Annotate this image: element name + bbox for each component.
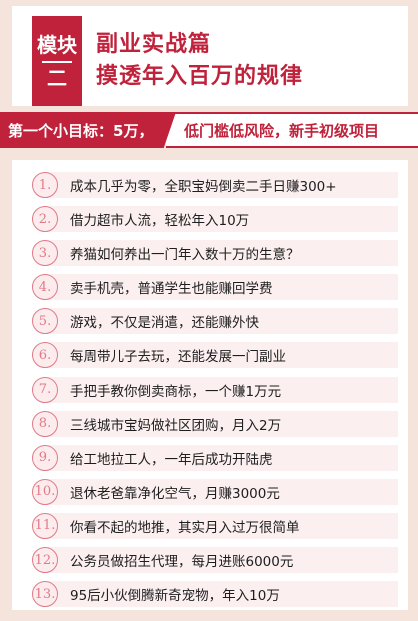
module-badge-label: 模块 — [37, 32, 77, 57]
list-item: 8. 三线城市宝妈做社区团购，月入2万 — [22, 409, 398, 439]
module-title: 副业实战篇 摸透年入百万的规律 — [96, 30, 303, 92]
list-item: 3. 养猫如何养出一门年入数十万的生意？ — [22, 238, 398, 268]
badge-divider — [42, 60, 72, 63]
goal-banner: 低门槛低风险，新手初级项目 第一个小目标：5万， — [0, 112, 418, 148]
item-text: 借力超市人流，轻松年入10万 — [70, 213, 250, 230]
list-item: 2. 借力超市人流，轻松年入10万 — [22, 204, 398, 234]
item-number-badge: 11. — [32, 512, 58, 539]
item-text: 养猫如何养出一门年入数十万的生意？ — [70, 247, 300, 264]
list-item: 9. 给工地拉工人，一年后成功开陆虎 — [22, 443, 398, 473]
item-text: 95后小伙倒腾新奇宠物，年入10万 — [70, 588, 280, 605]
page: 模块 二 副业实战篇 摸透年入百万的规律 低门槛低风险，新手初级项目 第一个小目… — [0, 0, 418, 621]
item-text: 公务员做招生代理，每月进账6000元 — [70, 554, 294, 571]
item-text: 你看不起的地推，其实月入过万很简单 — [70, 519, 300, 536]
goal-description-text: 低门槛低风险，新手初级项目 — [184, 121, 380, 140]
list-item: 13. 95后小伙倒腾新奇宠物，年入10万 — [22, 579, 398, 609]
module-header-card: 模块 二 副业实战篇 摸透年入百万的规律 — [12, 6, 408, 106]
goal-label-text: 第一个小目标：5万， — [8, 121, 154, 140]
list-item: 1. 成本几乎为零，全职宝妈倒卖二手日赚300+ — [22, 170, 398, 200]
module-badge: 模块 二 — [32, 16, 82, 106]
goal-label: 第一个小目标：5万， — [0, 112, 176, 148]
item-text: 每周带儿子去玩，还能发展一门副业 — [70, 349, 286, 366]
item-number-badge: 10. — [32, 478, 58, 505]
item-text: 退休老爸靠净化空气，月赚3000元 — [70, 485, 280, 502]
item-number-badge: 7. — [32, 376, 58, 403]
list-item: 4. 卖手机壳，普通学生也能赚回学费 — [22, 272, 398, 302]
item-text: 卖手机壳，普通学生也能赚回学费 — [70, 281, 273, 298]
item-number-badge: 3. — [32, 240, 58, 267]
list-item: 11. 你看不起的地推，其实月入过万很简单 — [22, 511, 398, 541]
list-item: 7. 手把手教你倒卖商标，一个赚1万元 — [22, 375, 398, 405]
item-number-badge: 1. — [32, 172, 58, 198]
item-number-badge: 2. — [32, 206, 58, 233]
item-number-badge: 9. — [32, 444, 58, 471]
item-text: 给工地拉工人，一年后成功开陆虎 — [70, 451, 273, 468]
module-title-line1: 副业实战篇 — [96, 32, 212, 57]
item-text: 成本几乎为零，全职宝妈倒卖二手日赚300+ — [70, 179, 337, 195]
item-number-badge: 8. — [32, 410, 58, 437]
list-item: 6. 每周带儿子去玩，还能发展一门副业 — [22, 340, 398, 370]
item-number-badge: 13. — [32, 581, 58, 608]
item-text: 游戏，不仅是消遣，还能赚外快 — [70, 315, 259, 332]
project-list-card: 1. 成本几乎为零，全职宝妈倒卖二手日赚300+ 2. 借力超市人流，轻松年入10万… — [12, 160, 408, 610]
item-text: 三线城市宝妈做社区团购，月入2万 — [70, 417, 282, 434]
goal-description: 低门槛低风险，新手初级项目 — [166, 112, 418, 148]
item-number-badge: 12. — [32, 547, 58, 574]
item-text: 手把手教你倒卖商标，一个赚1万元 — [70, 383, 282, 400]
list-item: 12. 公务员做招生代理，每月进账6000元 — [22, 545, 398, 575]
module-title-line2: 摸透年入百万的规律 — [96, 64, 304, 89]
list-item: 5. 游戏，不仅是消遣，还能赚外快 — [22, 306, 398, 336]
list-item: 10. 退休老爸靠净化空气，月赚3000元 — [22, 477, 398, 507]
project-list: 1. 成本几乎为零，全职宝妈倒卖二手日赚300+ 2. 借力超市人流，轻松年入10万… — [22, 170, 398, 613]
module-badge-number: 二 — [47, 65, 67, 90]
